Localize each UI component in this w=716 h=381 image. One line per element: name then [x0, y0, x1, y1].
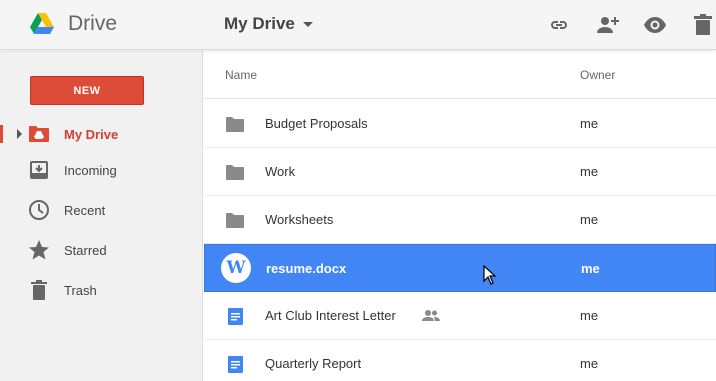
chevron-down-icon	[302, 21, 313, 27]
sidebar-item-label: Recent	[64, 202, 106, 218]
column-header-name[interactable]: Name	[225, 68, 257, 82]
new-button[interactable]: NEW	[30, 76, 144, 105]
sidebar-item-label: Incoming	[64, 162, 117, 178]
file-owner: me	[580, 164, 599, 179]
folder-icon	[225, 114, 245, 134]
trash-icon	[28, 279, 50, 301]
file-name: resume.docx	[266, 261, 347, 276]
file-owner: me	[581, 261, 600, 276]
sidebar-item-starred[interactable]: Starred	[0, 232, 203, 268]
file-owner: me	[580, 356, 599, 371]
file-list: Name Owner Budget Proposals me Work me W…	[204, 51, 716, 381]
sidebar-item-label: Trash	[64, 282, 97, 298]
list-item[interactable]: Worksheets me	[204, 196, 716, 244]
trash-icon[interactable]	[691, 13, 715, 37]
top-bar: Drive My Drive	[0, 0, 716, 50]
location-dropdown[interactable]: My Drive	[224, 14, 313, 34]
sidebar-item-my-drive[interactable]: My Drive	[0, 116, 203, 152]
list-item[interactable]: Quarterly Report me	[204, 340, 716, 381]
list-item-selected[interactable]: W resume.docx me	[204, 244, 716, 292]
file-name: Work	[265, 164, 296, 179]
mouse-cursor-icon	[483, 265, 497, 285]
column-header-owner[interactable]: Owner	[580, 68, 615, 82]
active-indicator	[0, 125, 3, 143]
link-icon[interactable]	[547, 13, 571, 37]
file-name: Art Club Interest Letter	[265, 308, 396, 323]
drive-logo-icon	[30, 13, 54, 34]
google-doc-icon	[225, 354, 245, 374]
sidebar-item-label: My Drive	[64, 126, 119, 142]
star-icon	[28, 239, 50, 261]
folder-icon	[225, 162, 245, 182]
file-name: Budget Proposals	[265, 116, 368, 131]
location-title: My Drive	[224, 14, 295, 33]
app-name: Drive	[68, 12, 118, 35]
file-name: Worksheets	[265, 212, 334, 227]
expand-arrow-icon[interactable]	[17, 129, 22, 139]
sidebar: NEW My Drive Incoming Recent Starred Tra…	[0, 51, 203, 381]
preview-eye-icon[interactable]	[643, 13, 667, 37]
sidebar-item-label: Starred	[64, 242, 107, 258]
google-doc-icon	[225, 306, 245, 326]
list-header: Name Owner	[204, 51, 716, 99]
file-owner: me	[580, 308, 599, 323]
file-owner: me	[580, 116, 599, 131]
list-item[interactable]: Work me	[204, 148, 716, 196]
sidebar-item-incoming[interactable]: Incoming	[0, 152, 203, 188]
file-owner: me	[580, 212, 599, 227]
drive-folder-icon	[28, 123, 50, 145]
list-item[interactable]: Art Club Interest Letter me	[204, 292, 716, 340]
list-item[interactable]: Budget Proposals me	[204, 100, 716, 148]
folder-icon	[225, 210, 245, 230]
word-doc-icon: W	[221, 253, 251, 283]
clock-icon	[28, 199, 50, 221]
sidebar-item-trash[interactable]: Trash	[0, 272, 203, 308]
file-name: Quarterly Report	[265, 356, 362, 371]
sidebar-item-recent[interactable]: Recent	[0, 192, 203, 228]
shared-people-icon	[422, 310, 440, 321]
inbox-icon	[28, 159, 50, 181]
add-person-icon[interactable]	[595, 13, 619, 37]
